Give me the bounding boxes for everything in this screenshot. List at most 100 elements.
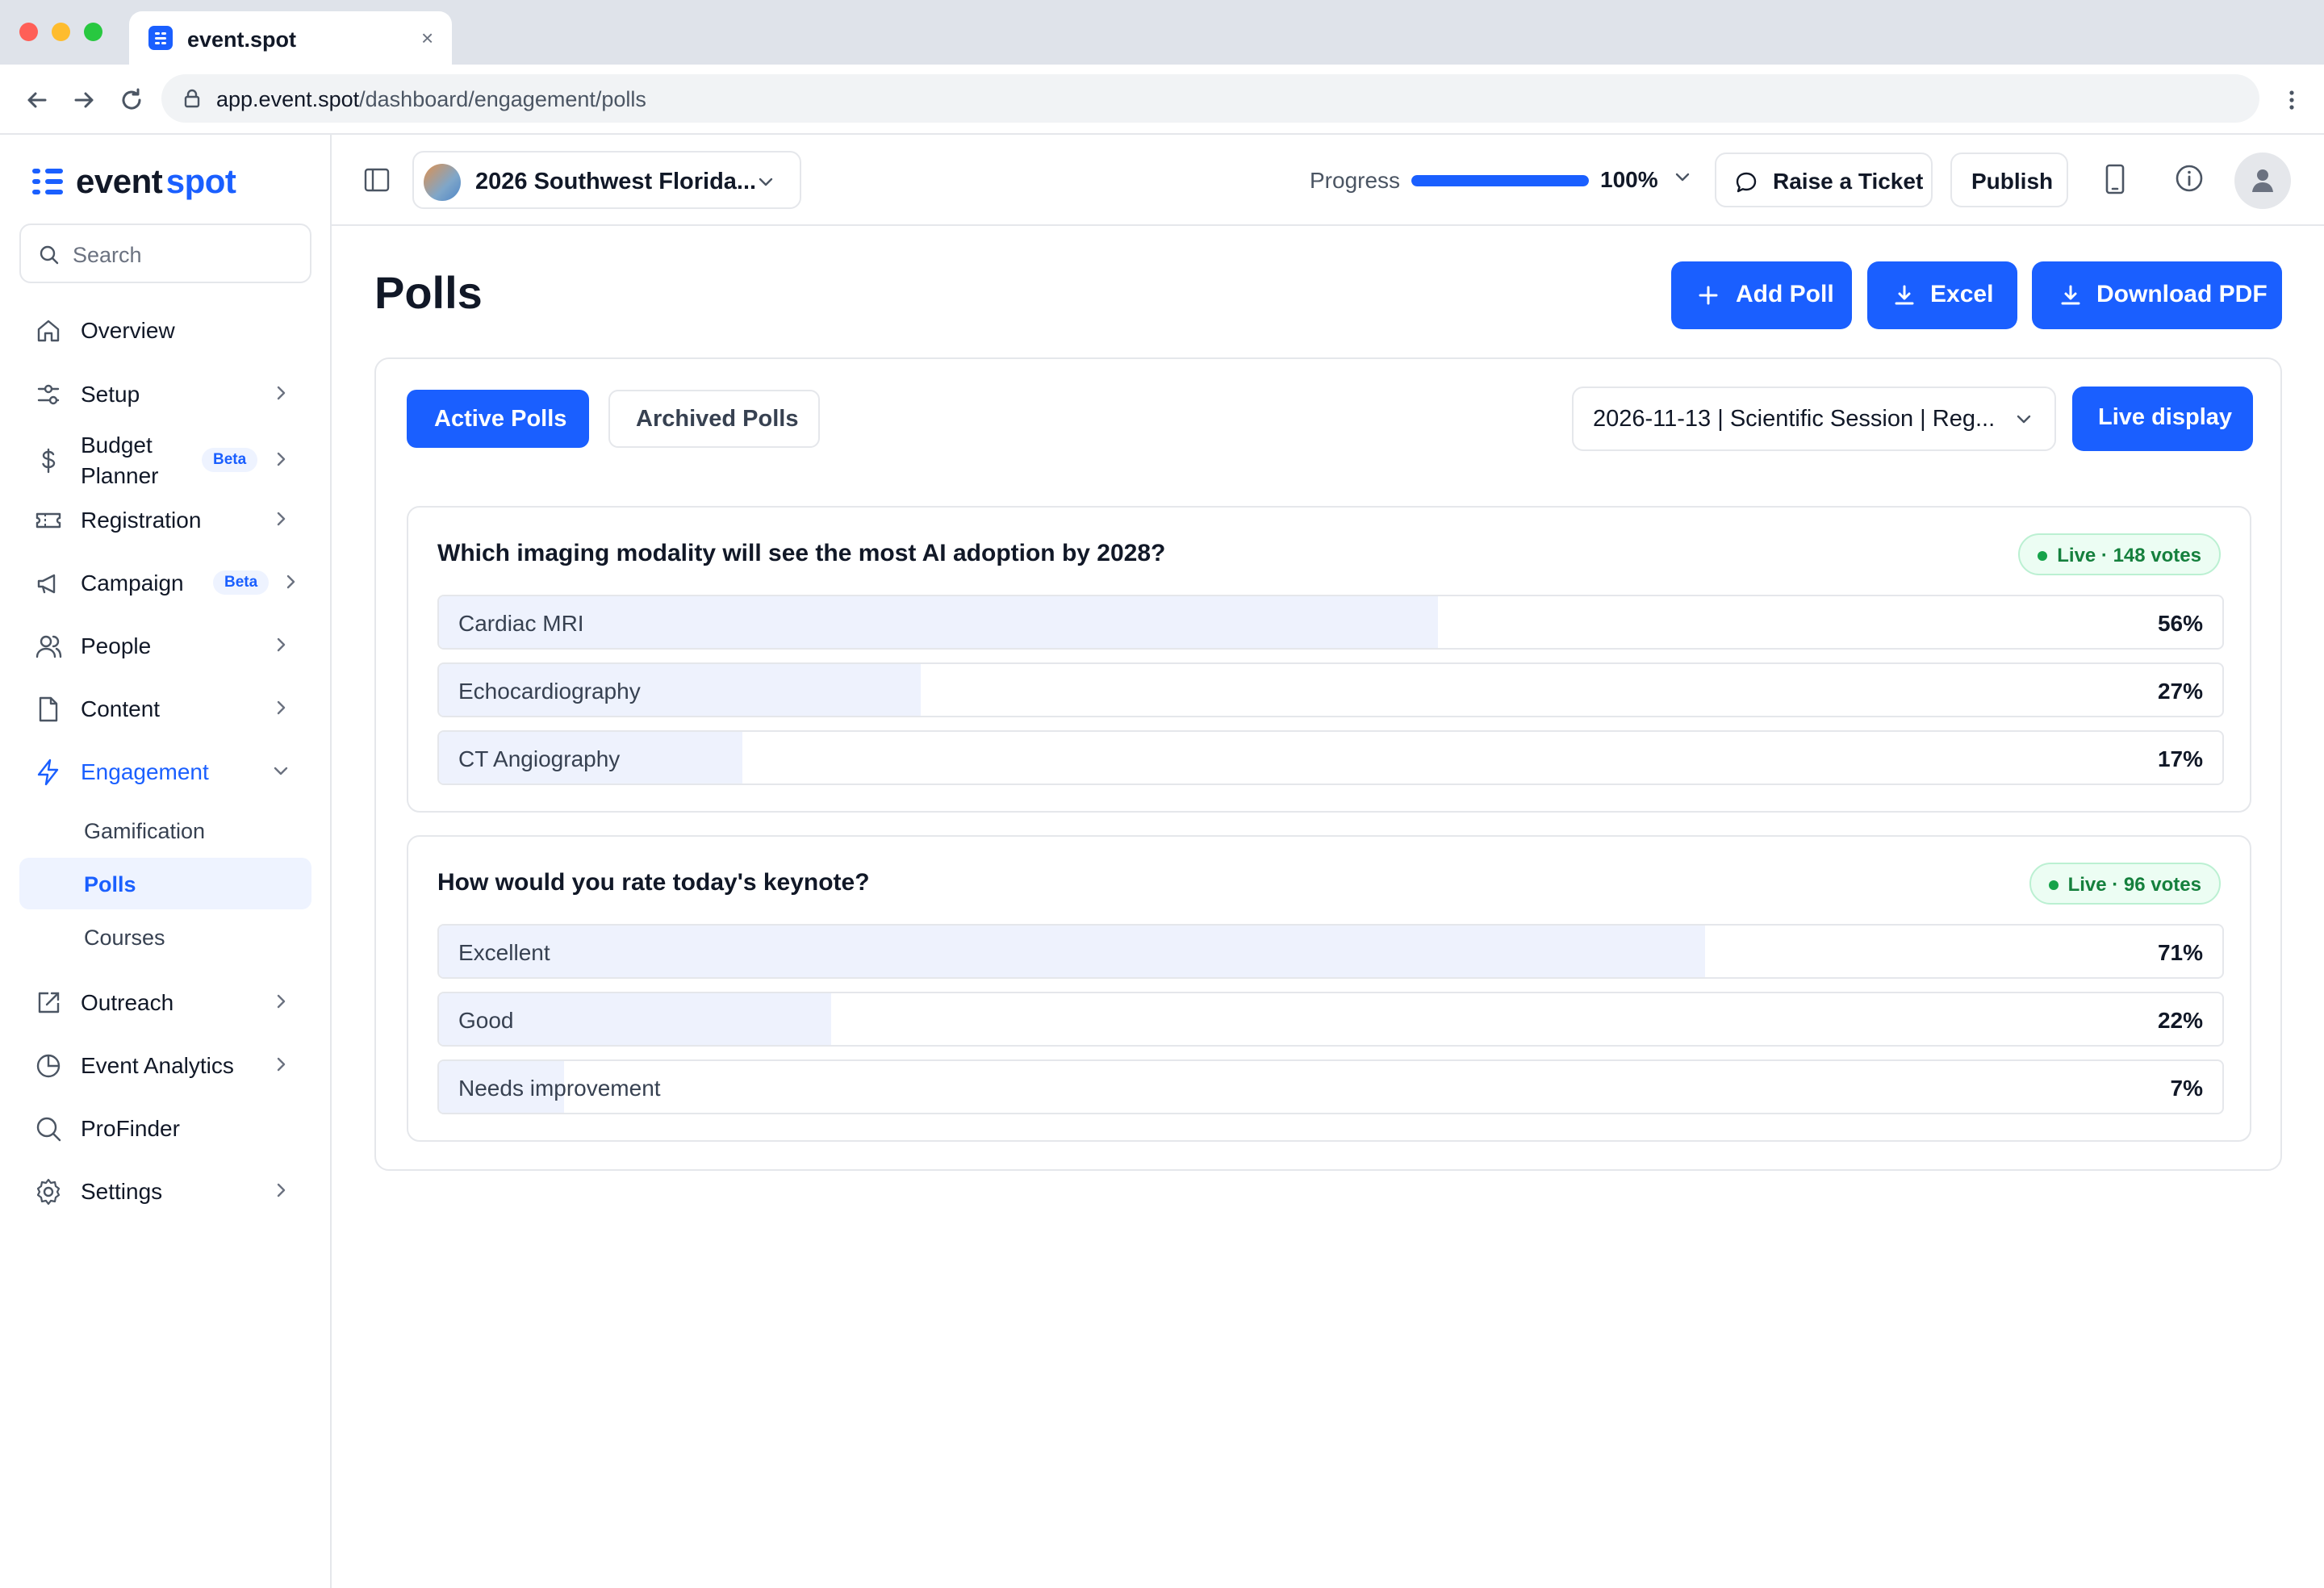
- sidebar-item-label: Content: [81, 696, 161, 721]
- logo-mark-icon: [32, 169, 63, 194]
- download-icon: [1895, 285, 1914, 305]
- live-dot-icon: [2038, 551, 2048, 561]
- beta-badge: Beta: [202, 448, 258, 472]
- live-display-label: Live display: [2098, 404, 2233, 430]
- reload-icon[interactable]: [113, 81, 152, 119]
- progress-fill: [1411, 175, 1589, 186]
- sidebar-item-settings[interactable]: Settings: [19, 1163, 311, 1219]
- browser-tab[interactable]: event.spot ×: [129, 11, 452, 65]
- sidebar-item-budget-planner[interactable]: Budget Planner Beta: [19, 428, 311, 493]
- session-select[interactable]: 2026-11-13 | Scientific Session | Reg...: [1572, 387, 2056, 451]
- mobile-preview-icon[interactable]: [2096, 161, 2134, 199]
- poll-card: How would you rate today's keynote? Live…: [407, 835, 2251, 1142]
- raise-ticket-button[interactable]: Raise a Ticket: [1715, 153, 1933, 207]
- chevron-right-icon: [277, 1057, 286, 1072]
- sidebar-item-label: Outreach: [81, 990, 174, 1015]
- minimize-window-dot[interactable]: [52, 23, 70, 41]
- download-pdf-label: Download PDF: [2096, 281, 2268, 307]
- poll-option-bar: [439, 926, 1706, 977]
- logo-text: event spot: [76, 162, 236, 201]
- sidebar-item-setup[interactable]: Setup: [19, 366, 311, 422]
- add-poll-button[interactable]: Add Poll: [1671, 261, 1852, 329]
- user-icon: [2252, 169, 2273, 192]
- gear-icon: [36, 1178, 61, 1206]
- poll-option-percent: 7%: [2170, 1076, 2203, 1101]
- plus-icon: [1699, 286, 1718, 305]
- sliders-icon: [37, 384, 60, 405]
- poll-option-label: Excellent: [458, 940, 550, 965]
- chevron-right-icon: [277, 994, 286, 1009]
- sidebar-item-label: Registration: [81, 508, 202, 533]
- progress-chevron-down-icon[interactable]: [1673, 167, 1692, 186]
- ticket-icon: [36, 512, 61, 529]
- share-icon: [38, 992, 60, 1013]
- poll-option-percent: 71%: [2157, 940, 2203, 965]
- search-icon: [40, 245, 59, 265]
- favicon-icon: [148, 26, 173, 50]
- poll-option-label: Good: [458, 1008, 514, 1033]
- chevron-right-icon: [286, 575, 295, 589]
- poll-option-percent: 22%: [2157, 1008, 2203, 1033]
- sidebar-toggle-icon[interactable]: [362, 165, 391, 194]
- progress-label: Progress: [1310, 168, 1401, 193]
- logo-text-main: event: [76, 162, 163, 200]
- search-icon: [36, 1117, 61, 1142]
- download-pdf-button[interactable]: Download PDF: [2032, 261, 2282, 329]
- chevron-right-icon: [277, 637, 286, 652]
- poll-option-bar: [439, 596, 1438, 648]
- tab-close-icon[interactable]: ×: [421, 26, 433, 51]
- user-avatar[interactable]: [2234, 153, 2291, 209]
- sidebar-search[interactable]: Search: [19, 224, 311, 283]
- live-display-button[interactable]: Live display: [2072, 387, 2253, 451]
- progress-bar: [1411, 175, 1589, 186]
- chevron-right-icon: [277, 700, 286, 715]
- sidebar-subitem-gamification[interactable]: Gamification: [19, 804, 311, 856]
- chevron-right-icon: [277, 512, 286, 526]
- poll-question: How would you rate today's keynote?: [437, 869, 870, 896]
- address-bar[interactable]: app.event.spot/dashboard/engagement/poll…: [161, 74, 2259, 123]
- tab-archived-polls[interactable]: Archived Polls: [608, 390, 820, 448]
- excel-label: Excel: [1930, 281, 1994, 307]
- download-icon: [2061, 285, 2080, 305]
- sidebar-item-outreach[interactable]: Outreach: [19, 974, 311, 1030]
- sidebar-subitem-courses[interactable]: Courses: [19, 911, 311, 963]
- progress-value: 100%: [1600, 167, 1658, 192]
- sidebar-item-people[interactable]: People: [19, 617, 311, 674]
- close-window-dot[interactable]: [19, 23, 38, 41]
- maximize-window-dot[interactable]: [84, 23, 102, 41]
- dollar-icon: [42, 448, 56, 474]
- lock-icon: [184, 89, 200, 108]
- sidebar-subitem-label: Gamification: [84, 819, 206, 843]
- chevron-down-icon: [759, 178, 773, 186]
- sidebar-item-registration[interactable]: Registration: [19, 491, 311, 548]
- tab-active-polls[interactable]: Active Polls: [407, 390, 589, 448]
- sidebar-item-overview[interactable]: Overview: [19, 302, 311, 358]
- excel-export-button[interactable]: Excel: [1867, 261, 2017, 329]
- sidebar-item-label: Campaign: [81, 570, 184, 596]
- browser-menu-icon[interactable]: [2277, 86, 2306, 115]
- session-select-value: 2026-11-13 | Scientific Session | Reg...: [1593, 406, 1996, 432]
- tab-title: event.spot: [187, 27, 297, 52]
- forward-arrow-icon[interactable]: [65, 81, 103, 119]
- sidebar-item-event-analytics[interactable]: Event Analytics: [19, 1037, 311, 1093]
- sidebar-item-label: Event Analytics: [81, 1053, 234, 1078]
- sidebar-item-label: Engagement: [81, 759, 209, 784]
- poll-option-percent: 56%: [2157, 611, 2203, 636]
- sidebar-subitem-polls[interactable]: Polls: [19, 858, 311, 909]
- sidebar-item-profinder[interactable]: ProFinder: [19, 1100, 311, 1156]
- url-path: /dashboard/engagement/polls: [359, 87, 646, 111]
- search-placeholder: Search: [73, 243, 142, 267]
- sidebar-item-engagement[interactable]: Engagement: [19, 743, 311, 800]
- info-icon[interactable]: [2170, 161, 2209, 199]
- back-arrow-icon[interactable]: [18, 81, 56, 119]
- poll-option: CT Angiography 17%: [437, 730, 2224, 785]
- live-status-badge: Live · 96 votes: [2029, 863, 2221, 905]
- sidebar-item-campaign[interactable]: Campaign Beta: [19, 554, 311, 611]
- sidebar-item-label: Setup: [81, 382, 140, 407]
- publish-button[interactable]: Publish: [1950, 153, 2068, 207]
- sidebar-item-content[interactable]: Content: [19, 680, 311, 737]
- chevron-right-icon: [277, 1183, 286, 1197]
- tab-active-polls-label: Active Polls: [434, 406, 567, 432]
- browser-toolbar: app.event.spot/dashboard/engagement/poll…: [0, 65, 2324, 135]
- event-selector[interactable]: 2026 Southwest Florida...: [412, 151, 801, 209]
